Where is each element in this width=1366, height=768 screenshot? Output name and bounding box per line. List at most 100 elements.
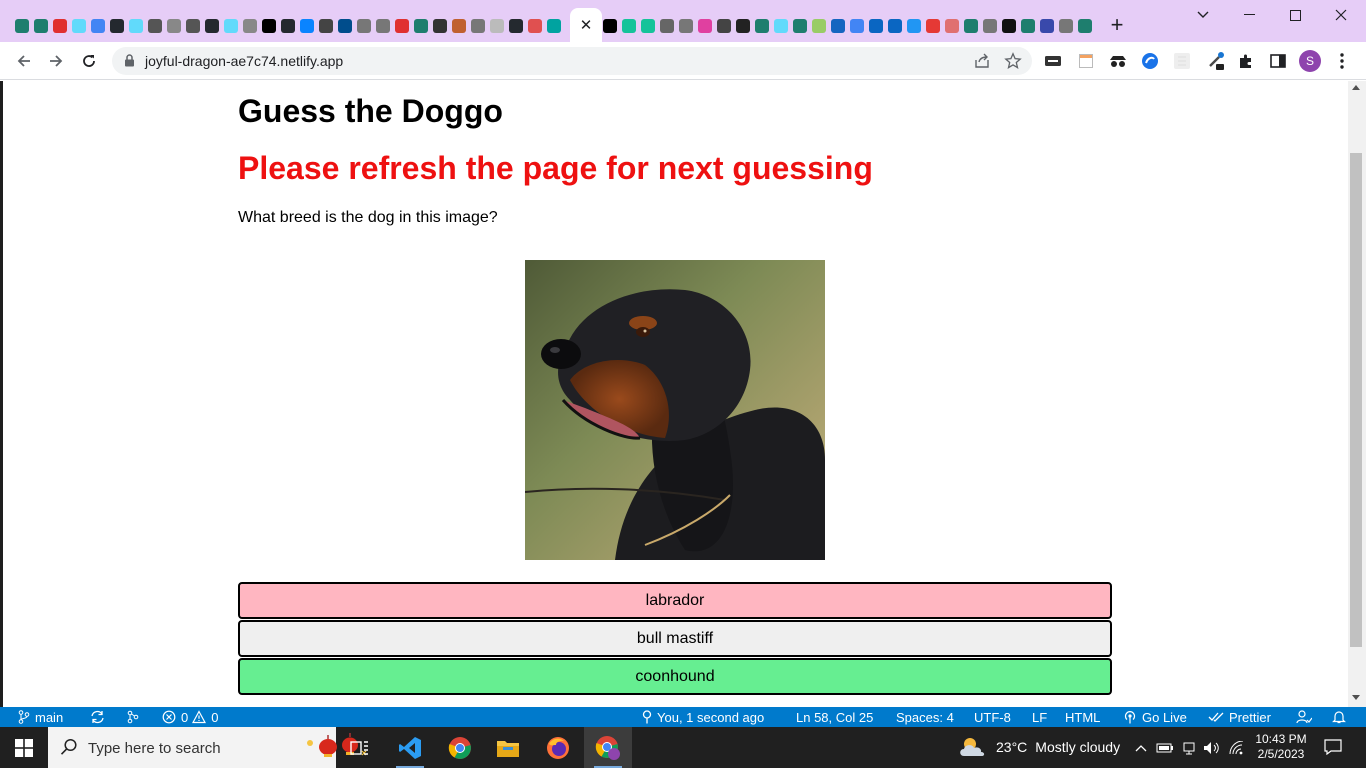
maximize-button[interactable] (1272, 4, 1318, 26)
extension-keyboard-icon[interactable] (1043, 51, 1063, 71)
back-button[interactable] (13, 50, 35, 72)
tab-favicon-icon[interactable] (733, 15, 752, 37)
extension-calendar-icon[interactable] (1076, 51, 1096, 71)
tab-favicon-icon[interactable] (695, 15, 714, 37)
forward-button[interactable] (45, 50, 67, 72)
tab-favicon-icon[interactable] (525, 15, 544, 37)
tab-favicon-icon[interactable] (278, 15, 297, 37)
problems-indicator[interactable]: 0 0 (162, 709, 218, 725)
minimize-button[interactable] (1226, 4, 1272, 26)
extensions-puzzle-icon[interactable] (1236, 51, 1256, 71)
tab-favicon-icon[interactable] (676, 15, 695, 37)
accounts-icon[interactable] (1296, 709, 1317, 725)
browser-menu-icon[interactable] (1332, 51, 1352, 71)
answer-button-3[interactable]: coonhound (238, 658, 1112, 695)
scrollbar-thumb[interactable] (1350, 153, 1362, 647)
extension-eyedropper-icon[interactable] (1206, 51, 1226, 71)
extension-blue-circle-icon[interactable] (1140, 51, 1160, 71)
cursor-position[interactable]: Ln 58, Col 25 (796, 709, 873, 725)
reload-button[interactable] (78, 50, 100, 72)
tab-favicon-icon[interactable] (980, 15, 999, 37)
close-window-button[interactable] (1318, 4, 1364, 26)
extension-spy-icon[interactable] (1108, 51, 1128, 71)
tab-favicon-icon[interactable] (638, 15, 657, 37)
tab-favicon-icon[interactable] (183, 15, 202, 37)
tab-favicon-icon[interactable] (506, 15, 525, 37)
scroll-up-arrow[interactable] (1352, 85, 1360, 90)
git-blame[interactable]: You, 1 second ago (642, 709, 764, 725)
notification-center-icon[interactable] (1322, 737, 1344, 757)
tab-favicon-icon[interactable] (714, 15, 733, 37)
tab-favicon-icon[interactable] (828, 15, 847, 37)
tab-favicon-icon[interactable] (544, 15, 563, 37)
bookmark-star-icon[interactable] (1004, 52, 1022, 75)
vscode-taskbar-icon[interactable] (386, 727, 434, 768)
scroll-down-arrow[interactable] (1352, 695, 1360, 700)
tab-favicon-icon[interactable] (316, 15, 335, 37)
tab-favicon-icon[interactable] (600, 15, 619, 37)
page-scrollbar[interactable] (1348, 81, 1366, 707)
network-device-icon[interactable] (1180, 739, 1198, 757)
tab-favicon-icon[interactable] (942, 15, 961, 37)
tab-favicon-icon[interactable] (31, 15, 50, 37)
tab-favicon-icon[interactable] (240, 15, 259, 37)
tab-favicon-icon[interactable] (923, 15, 942, 37)
tab-favicon-icon[interactable] (619, 15, 638, 37)
tab-favicon-icon[interactable] (202, 15, 221, 37)
tab-favicon-icon[interactable] (69, 15, 88, 37)
tab-favicon-icon[interactable] (1037, 15, 1056, 37)
tab-favicon-icon[interactable] (107, 15, 126, 37)
language-mode[interactable]: HTML (1065, 709, 1100, 725)
tab-favicon-icon[interactable] (392, 15, 411, 37)
side-panel-icon[interactable] (1268, 51, 1288, 71)
new-tab-button[interactable]: + (1106, 14, 1128, 38)
source-control-graph-icon[interactable] (126, 709, 145, 725)
lock-icon[interactable] (124, 54, 135, 72)
indentation[interactable]: Spaces: 4 (896, 709, 954, 725)
url-text[interactable]: joyful-dragon-ae7c74.netlify.app (145, 53, 343, 69)
tab-favicon-icon[interactable] (468, 15, 487, 37)
volume-icon[interactable] (1203, 739, 1221, 757)
tab-favicon-icon[interactable] (50, 15, 69, 37)
tab-favicon-icon[interactable] (221, 15, 240, 37)
start-button[interactable] (0, 727, 48, 768)
tab-favicon-icon[interactable] (809, 15, 828, 37)
tab-favicon-icon[interactable] (487, 15, 506, 37)
chrome-taskbar-icon[interactable] (436, 727, 484, 768)
tab-favicon-icon[interactable] (88, 15, 107, 37)
tab-favicon-icon[interactable] (1056, 15, 1075, 37)
tab-favicon-icon[interactable] (335, 15, 354, 37)
address-bar[interactable]: joyful-dragon-ae7c74.netlify.app (112, 47, 1032, 75)
tab-favicon-icon[interactable] (999, 15, 1018, 37)
tab-search-icon[interactable] (1180, 4, 1226, 26)
tab-favicon-icon[interactable] (164, 15, 183, 37)
line-ending[interactable]: LF (1032, 709, 1047, 725)
tab-favicon-icon[interactable] (847, 15, 866, 37)
tab-favicon-icon[interactable] (1018, 15, 1037, 37)
answer-button-1[interactable]: labrador (238, 582, 1112, 619)
go-live-button[interactable]: Go Live (1123, 709, 1187, 725)
active-tab[interactable]: ✕ (570, 8, 602, 42)
tab-favicon-icon[interactable] (354, 15, 373, 37)
tab-favicon-icon[interactable] (297, 15, 316, 37)
battery-icon[interactable] (1156, 739, 1174, 757)
answer-button-2[interactable]: bull mastiff (238, 620, 1112, 657)
profile-avatar[interactable]: S (1299, 50, 1321, 72)
show-hidden-icons-chevron-icon[interactable] (1132, 739, 1150, 757)
wifi-icon[interactable] (1228, 739, 1246, 757)
tab-favicon-icon[interactable] (885, 15, 904, 37)
tab-favicon-icon[interactable] (790, 15, 809, 37)
firefox-taskbar-icon[interactable] (534, 727, 582, 768)
tab-favicon-icon[interactable] (752, 15, 771, 37)
prettier-status[interactable]: Prettier (1208, 709, 1271, 725)
tab-favicon-icon[interactable] (145, 15, 164, 37)
tab-favicon-icon[interactable] (771, 15, 790, 37)
notifications-bell-icon[interactable] (1332, 709, 1351, 725)
extension-grid-icon[interactable] (1172, 51, 1192, 71)
taskbar-search-box[interactable]: Type here to search (48, 727, 367, 768)
tab-favicon-icon[interactable] (449, 15, 468, 37)
sync-icon[interactable] (90, 709, 110, 725)
task-view-icon[interactable] (336, 727, 384, 768)
tab-favicon-icon[interactable] (126, 15, 145, 37)
tab-favicon-icon[interactable] (904, 15, 923, 37)
